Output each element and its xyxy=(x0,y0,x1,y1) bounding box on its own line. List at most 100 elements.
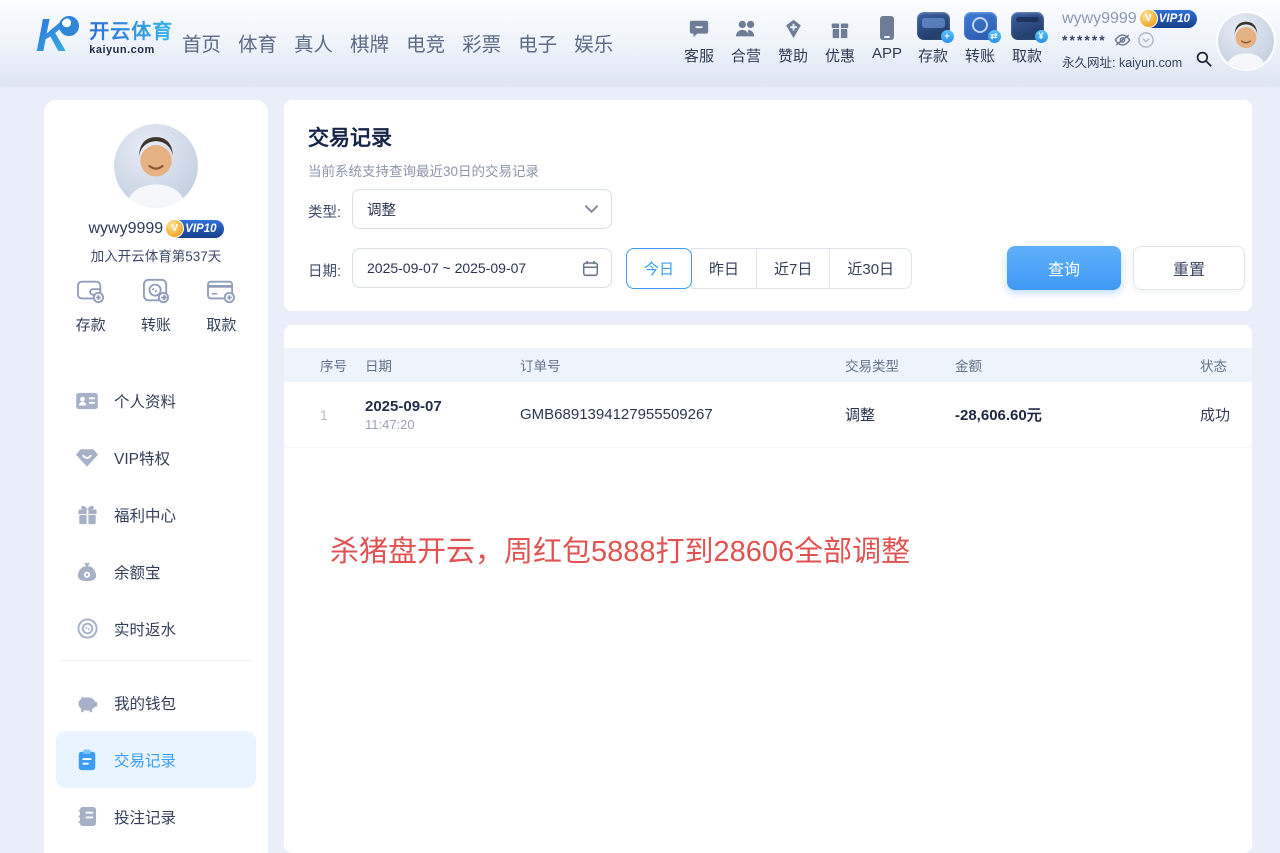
cell-seq: 1 xyxy=(320,407,365,423)
gift-box-icon xyxy=(76,505,98,525)
range-today-button[interactable]: 今日 xyxy=(626,248,692,289)
overlay-annotation: 杀猪盘开云，周红包5888打到28606全部调整 xyxy=(330,528,910,570)
search-button[interactable]: 查询 xyxy=(1007,246,1121,290)
col-date: 日期 xyxy=(365,355,520,375)
main-nav: 首页 体育 真人 棋牌 电竞 彩票 电子 娱乐 xyxy=(182,0,613,85)
sidebar-username: wywy9999 xyxy=(88,220,163,238)
gift-icon xyxy=(829,14,851,40)
username: wywy9999 xyxy=(1062,10,1137,28)
masked-balance: ****** xyxy=(1062,32,1107,48)
transfer-outline-icon xyxy=(142,276,170,306)
soccer-ball-icon xyxy=(59,16,79,36)
sidebar-deposit-action[interactable]: 存款 xyxy=(76,276,106,335)
sidebar-item-welfare[interactable]: 福利中心 xyxy=(44,486,268,543)
nav-chess[interactable]: 棋牌 xyxy=(350,28,389,57)
avatar[interactable] xyxy=(1218,13,1274,69)
reset-button[interactable]: 重置 xyxy=(1133,246,1245,290)
page-subtitle: 当前系统支持查询最近30日的交易记录 xyxy=(308,160,539,180)
date-range-input[interactable]: 2025-09-07 ~ 2025-09-07 xyxy=(352,248,612,288)
sidebar: wywy9999 V VIP10 加入开云体育第537天 存款 转账 取款 xyxy=(44,100,268,853)
rebate-cycle-icon xyxy=(76,618,98,639)
range-7days-button[interactable]: 近7日 xyxy=(757,248,830,289)
sidebar-menu-wallet: 我的钱包 交易记录 投注记录 xyxy=(44,674,268,845)
service-link[interactable]: 客服 xyxy=(682,14,716,66)
clipboard-icon xyxy=(76,749,98,771)
nav-home[interactable]: 首页 xyxy=(182,28,221,57)
partners-link[interactable]: 合营 xyxy=(729,14,763,66)
brand-domain: kaiyun.com xyxy=(89,44,173,56)
sidebar-item-vip[interactable]: VIP特权 xyxy=(44,429,268,486)
sidebar-divider xyxy=(60,660,252,661)
utility-links: 客服 合营 赞助 优惠 APP xyxy=(682,14,904,66)
type-select[interactable]: 调整 xyxy=(352,189,612,229)
logo-k-glyph: K xyxy=(36,12,69,58)
sidebar-vip-badge: V VIP10 xyxy=(169,220,223,238)
nav-esports[interactable]: 电竞 xyxy=(406,28,445,57)
sidebar-avatar[interactable] xyxy=(114,124,198,208)
cell-type: 调整 xyxy=(845,404,955,425)
sidebar-item-yuebao[interactable]: 余额宝 xyxy=(44,543,268,600)
date-range-presets: 今日 昨日 近7日 近30日 xyxy=(626,248,912,289)
sidebar-item-rebate[interactable]: 实时返水 xyxy=(44,600,268,657)
cell-status: 成功 xyxy=(1200,404,1252,425)
deposit-wallet-icon: + xyxy=(917,14,950,40)
transfer-link[interactable]: ⇄ 转账 xyxy=(963,14,997,66)
nav-slots[interactable]: 电子 xyxy=(518,28,557,57)
nav-live[interactable]: 真人 xyxy=(294,28,333,57)
partners-icon xyxy=(734,14,758,40)
sidebar-withdraw-action[interactable]: 取款 xyxy=(206,276,236,335)
col-seq: 序号 xyxy=(320,355,365,375)
deposit-link[interactable]: + 存款 xyxy=(916,14,950,66)
cell-datetime: 2025-09-07 11:47:20 xyxy=(365,398,520,432)
calendar-icon xyxy=(582,260,599,277)
filter-card: 交易记录 当前系统支持查询最近30日的交易记录 类型: 调整 日期: 2025-… xyxy=(284,100,1252,311)
sidebar-item-transactions[interactable]: 交易记录 xyxy=(56,731,256,788)
eye-off-icon[interactable] xyxy=(1114,33,1131,47)
chevron-down-circle-icon[interactable] xyxy=(1138,32,1154,48)
sponsor-link[interactable]: 赞助 xyxy=(776,14,810,66)
cell-time: 11:47:20 xyxy=(365,417,520,432)
phone-icon xyxy=(879,14,895,40)
sidebar-item-my-wallet[interactable]: 我的钱包 xyxy=(44,674,268,731)
col-type: 交易类型 xyxy=(845,355,955,375)
sidebar-quick-actions: 存款 转账 取款 xyxy=(44,276,268,335)
withdraw-link[interactable]: ¥ 取款 xyxy=(1010,14,1044,66)
col-status: 状态 xyxy=(1200,355,1252,375)
join-days-text: 加入开云体育第537天 xyxy=(44,245,268,265)
diamond-icon xyxy=(76,448,98,467)
sidebar-item-bet-records[interactable]: 投注记录 xyxy=(44,788,268,845)
vip-badge: V VIP10 xyxy=(1143,10,1197,28)
table-row: 1 2025-09-07 11:47:20 GMB689139412795550… xyxy=(284,382,1252,448)
vip-gem-icon: V xyxy=(1139,9,1158,28)
piggy-bank-icon xyxy=(76,693,98,713)
page-title: 交易记录 xyxy=(308,122,392,152)
nav-lottery[interactable]: 彩票 xyxy=(462,28,501,57)
nav-entertainment[interactable]: 娱乐 xyxy=(574,28,613,57)
user-block: wywy9999 V VIP10 ****** 永久网址: kaiyun.com xyxy=(1062,10,1212,71)
chat-icon xyxy=(688,14,710,40)
money-bag-icon xyxy=(76,562,98,582)
withdraw-outline-icon xyxy=(206,276,236,306)
app-link[interactable]: APP xyxy=(870,14,904,66)
id-card-icon xyxy=(76,392,98,410)
range-30days-button[interactable]: 近30日 xyxy=(830,248,912,289)
wallet-links: + 存款 ⇄ 转账 ¥ 取款 xyxy=(916,14,1044,66)
permanent-url: 永久网址: kaiyun.com xyxy=(1062,52,1182,71)
brand-name: 开云体育 xyxy=(89,15,173,44)
sidebar-item-profile[interactable]: 个人资料 xyxy=(44,372,268,429)
cell-date: 2025-09-07 xyxy=(365,398,520,415)
range-yesterday-button[interactable]: 昨日 xyxy=(691,248,757,289)
chevron-down-icon xyxy=(584,204,599,214)
cursor-magnifier-icon xyxy=(1196,51,1212,67)
type-label: 类型: xyxy=(308,201,341,222)
cell-order-no: GMB6891394127955509267 xyxy=(520,406,845,423)
sponsor-diamond-icon xyxy=(782,14,805,40)
brand-logo[interactable]: K 开云体育 kaiyun.com xyxy=(36,12,173,58)
sidebar-transfer-action[interactable]: 转账 xyxy=(141,276,171,335)
table-header: 序号 日期 订单号 交易类型 金额 状态 xyxy=(284,348,1252,382)
promo-link[interactable]: 优惠 xyxy=(823,14,857,66)
date-label: 日期: xyxy=(308,260,341,281)
transfer-icon: ⇄ xyxy=(964,14,997,40)
notebook-icon xyxy=(76,806,98,827)
nav-sports[interactable]: 体育 xyxy=(238,28,277,57)
